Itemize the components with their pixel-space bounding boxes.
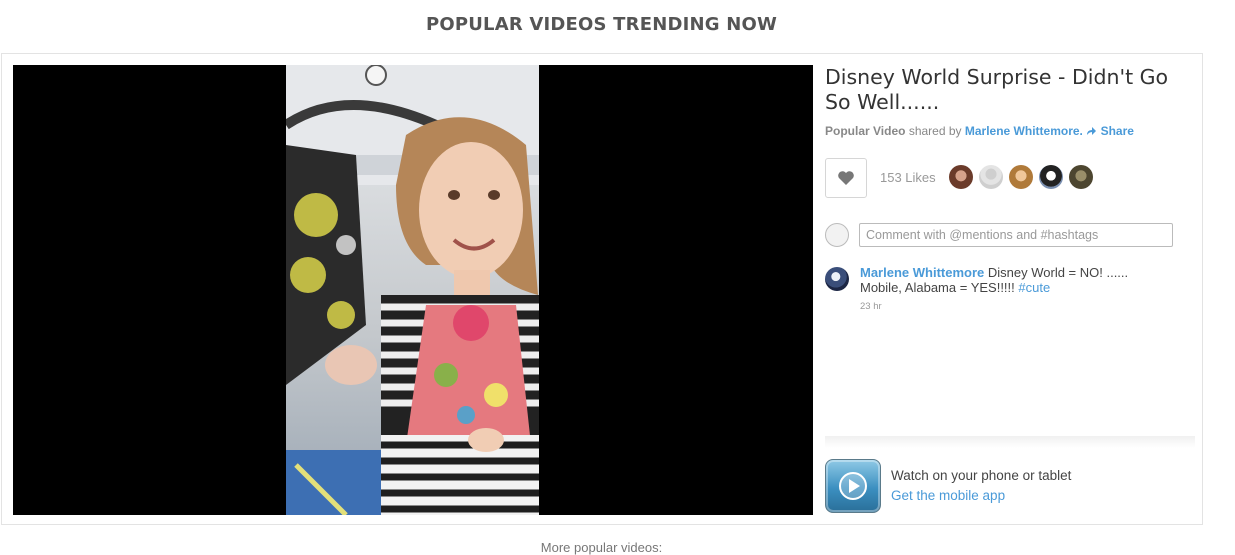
video-title: Disney World Surprise - Didn't Go So Wel… <box>825 65 1169 114</box>
divider <box>825 436 1195 448</box>
author-link[interactable]: Marlene Whittemore. <box>965 124 1083 138</box>
liker-avatars <box>949 165 1093 189</box>
comment-timestamp: 23 hr <box>860 301 882 312</box>
avatar[interactable] <box>949 165 973 189</box>
play-icon <box>839 472 867 500</box>
video-card: Disney World Surprise - Didn't Go So Wel… <box>1 53 1203 525</box>
comment-body: Marlene Whittemore Disney World = NO! ..… <box>860 265 1170 295</box>
comment-author[interactable]: Marlene Whittemore <box>860 265 984 280</box>
mobile-app-promo: Watch on your phone or tablet Get the mo… <box>825 459 1195 515</box>
share-button[interactable]: Share <box>1086 124 1134 138</box>
hashtag-link[interactable]: #cute <box>1018 280 1050 295</box>
heart-icon <box>838 171 854 185</box>
avatar <box>825 223 849 247</box>
video-frame[interactable] <box>286 65 539 515</box>
section-heading: POPULAR VIDEOS TRENDING NOW <box>425 14 778 35</box>
avatar[interactable] <box>825 267 849 291</box>
likes-count[interactable]: 153 Likes <box>880 170 936 185</box>
get-app-link[interactable]: Get the mobile app <box>891 488 1005 503</box>
share-arrow-icon <box>1087 127 1097 135</box>
likes-row: 153 Likes <box>825 158 1195 198</box>
video-thumbnail-illustration <box>286 65 539 515</box>
avatar[interactable] <box>1039 165 1063 189</box>
app-icon[interactable] <box>825 459 881 513</box>
share-label: Share <box>1100 124 1134 138</box>
comment-compose <box>825 223 1175 249</box>
video-player[interactable] <box>13 65 813 515</box>
avatar[interactable] <box>1069 165 1093 189</box>
more-videos-label: More popular videos: <box>540 540 663 555</box>
shared-by-text: shared by <box>908 124 962 138</box>
comment-input[interactable] <box>859 223 1173 247</box>
video-sidebar: Disney World Surprise - Didn't Go So Wel… <box>825 54 1195 524</box>
video-category: Popular Video <box>825 124 906 138</box>
avatar[interactable] <box>979 165 1003 189</box>
video-meta: Popular Video shared by Marlene Whittemo… <box>825 124 1134 138</box>
app-promo-text: Watch on your phone or tablet <box>891 468 1072 483</box>
like-button[interactable] <box>825 158 867 198</box>
avatar[interactable] <box>1009 165 1033 189</box>
